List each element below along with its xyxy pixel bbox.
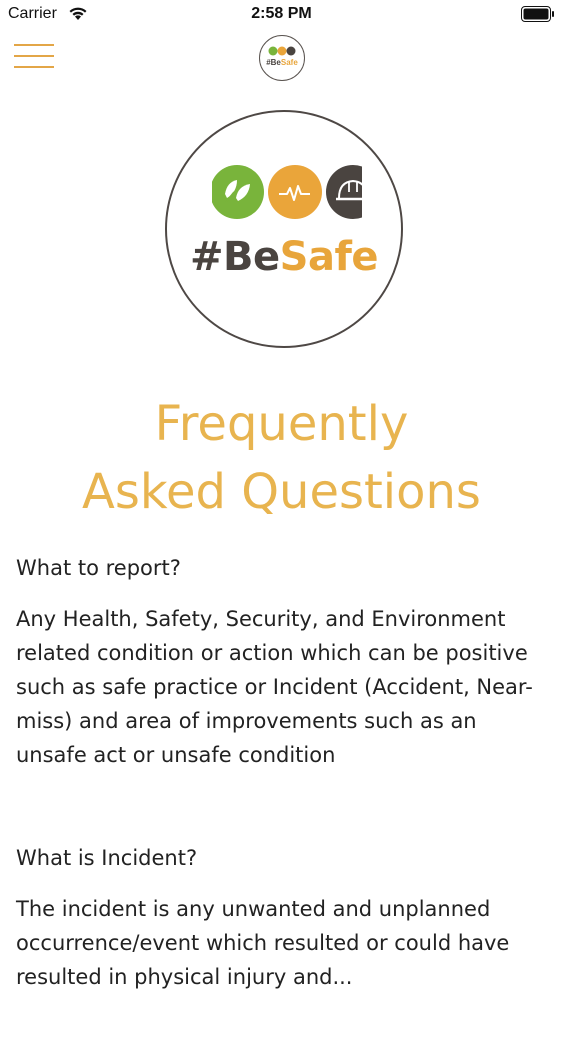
leaf-icon (212, 165, 264, 219)
battery-icon (521, 6, 554, 22)
status-time: 2:58 PM (251, 5, 312, 22)
logo-dots-icon (268, 46, 296, 56)
page-title: Frequently Asked Questions (0, 390, 563, 526)
besafe-logo: #BeSafe (165, 110, 403, 348)
faq-answer: The incident is any unwanted and unplann… (16, 897, 510, 989)
hamburger-menu-icon[interactable] (14, 42, 54, 70)
faq-question: What to report? (16, 556, 181, 580)
page-title-line2: Asked Questions (82, 464, 481, 520)
hard-hat-icon (326, 165, 362, 219)
menu-bar-line (14, 44, 54, 46)
faq-item: What is Incident? The incident is any un… (16, 842, 547, 994)
menu-bar-line (14, 55, 54, 57)
faq-item: What to report? Any Health, Safety, Secu… (16, 552, 547, 772)
status-bar: Carrier 2:58 PM (0, 0, 563, 30)
nav-logo-text: #BeSafe (266, 58, 298, 67)
faq-answer: Any Health, Safety, Security, and Enviro… (16, 607, 533, 767)
brand-text: #BeSafe (190, 234, 378, 280)
menu-bar-line (14, 66, 54, 68)
faq-question: What is Incident? (16, 846, 198, 870)
nav-logo[interactable]: #BeSafe (259, 35, 305, 81)
logo-circles (212, 165, 362, 219)
page-title-line1: Frequently (154, 396, 409, 452)
faq-list: What to report? Any Health, Safety, Secu… (16, 552, 547, 1064)
heartbeat-icon (268, 165, 322, 219)
